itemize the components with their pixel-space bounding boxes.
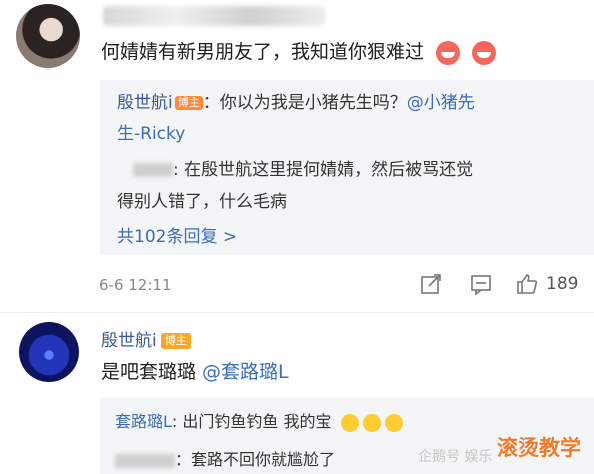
reply-author[interactable]: 殷世航i (117, 93, 173, 113)
author-badge: 博主 (174, 96, 203, 110)
divider (0, 312, 594, 313)
laughing-face-icon (384, 413, 403, 432)
reply-text: : 出门钓鱼钓鱼 我的宝 (171, 412, 332, 431)
comment-text: 何婧婧有新男朋友了，我知道你狠难过 (101, 37, 497, 65)
laughing-face-icon (340, 413, 359, 432)
mention-link[interactable]: @小猪先 (407, 93, 475, 113)
nested-reply-text: : 在殷世航这里提何婧婧，然后被骂还觉 (173, 160, 474, 180)
blurred-username (133, 163, 173, 177)
comment-icon[interactable] (467, 270, 495, 298)
laughing-face-icon (362, 413, 381, 432)
mention-link-cont[interactable]: 生-Ricky (117, 124, 185, 144)
watermark: 企鹅号 娱乐 (418, 449, 493, 465)
mention-link[interactable]: @套路璐L (202, 361, 289, 383)
timestamp: 6-6 12:11 (99, 276, 172, 294)
crying-face-icon (472, 40, 497, 65)
author-name[interactable]: 殷世航i (101, 331, 157, 351)
blurred-username (115, 453, 175, 468)
reply-line-1: 殷世航i 博主 ：你以为我是小猪先生吗？@小猪先 (117, 88, 475, 113)
reply-text: ：套路不回你就尴尬了 (175, 450, 336, 469)
reply-line: ：套路不回你就尴尬了 (115, 446, 335, 470)
author-badge: 博主 (160, 333, 191, 349)
crying-face-icon (436, 40, 461, 65)
comment-text: 是吧套璐璐 @套路璐L (101, 357, 289, 384)
reply-author[interactable]: 套路璐L (115, 412, 172, 431)
nested-reply-line-2: 得别人错了，什么毛病 (117, 187, 287, 212)
more-replies-link[interactable]: 共102条回复 > (117, 222, 237, 247)
avatar[interactable] (16, 4, 80, 68)
like-icon[interactable] (513, 270, 541, 298)
reply-line: 套路璐L: 出门钓鱼钓鱼 我的宝 (115, 408, 403, 432)
reply-text: ：你以为我是小猪先生吗？ (202, 93, 407, 113)
avatar[interactable] (19, 322, 79, 382)
comment-body: 何婧婧有新男朋友了，我知道你狠难过 (101, 41, 425, 63)
nested-reply-line-1: : 在殷世航这里提何婧婧，然后被骂还觉 (133, 155, 473, 180)
blurred-username (103, 6, 325, 26)
share-icon[interactable] (417, 270, 445, 298)
comment-author: 殷世航i 博主 (101, 326, 191, 351)
like-count: 189 (546, 274, 579, 294)
reply-line-2: 生-Ricky (117, 119, 185, 144)
comment-body: 是吧套璐璐 (101, 361, 203, 383)
brand-watermark: 滚烫教学 (497, 436, 581, 460)
nested-reply-text-cont: 得别人错了，什么毛病 (117, 192, 287, 212)
